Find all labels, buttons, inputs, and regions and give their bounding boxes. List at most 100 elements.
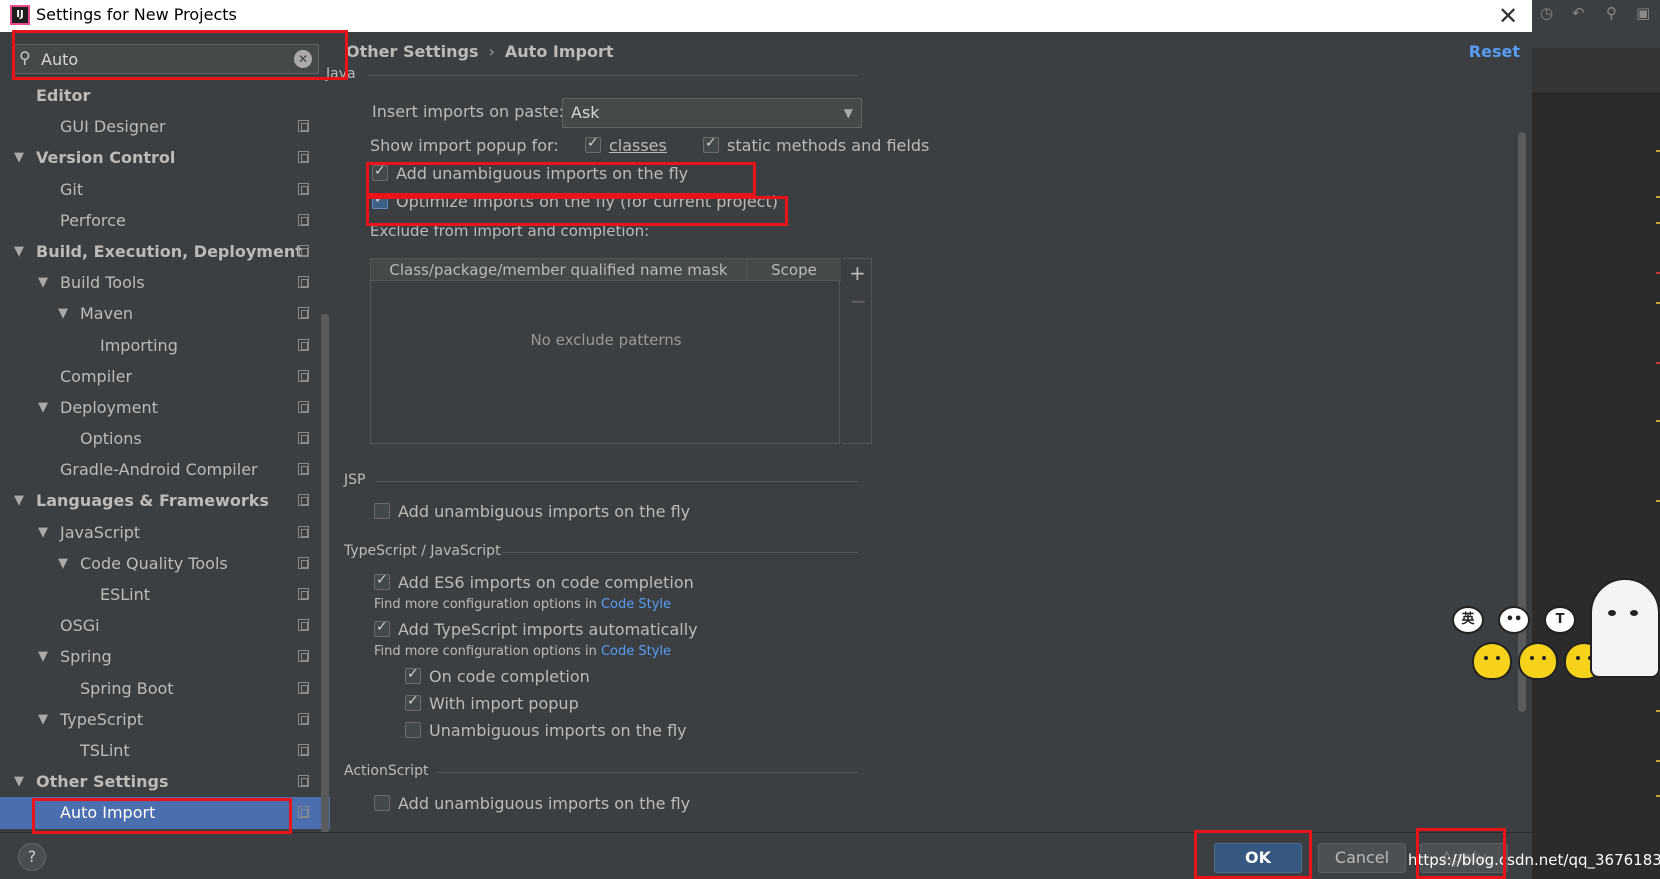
cancel-button[interactable]: Cancel <box>1318 843 1406 873</box>
sidebar-item[interactable]: ▼ Maven <box>0 298 330 329</box>
unambiguous-ts-checkbox[interactable] <box>405 721 421 738</box>
settings-search: ⚲ ✕ <box>14 44 319 74</box>
add-unambiguous-java-label: Add unambiguous imports on the fly <box>396 164 689 183</box>
ok-button[interactable]: OK <box>1214 843 1302 873</box>
gutter-mark <box>1656 710 1660 712</box>
help-button[interactable]: ? <box>18 843 46 871</box>
code-style-link[interactable]: Code Style <box>601 597 671 612</box>
add-icon[interactable]: + <box>849 261 866 285</box>
expand-arrow-icon[interactable]: ▼ <box>38 392 48 423</box>
column-header-scope[interactable]: Scope <box>747 259 841 281</box>
expand-arrow-icon[interactable]: ▼ <box>38 517 48 548</box>
sticker-bubble: T <box>1544 606 1576 634</box>
sidebar-item[interactable]: Spring Boot <box>0 673 330 704</box>
add-unambiguous-as-row[interactable]: Add unambiguous imports on the fly <box>374 794 690 813</box>
sidebar-item-label: Git <box>60 179 84 199</box>
expand-arrow-icon[interactable]: ▼ <box>38 267 48 298</box>
project-scope-icon <box>298 307 309 320</box>
nav-scrollbar[interactable] <box>321 314 329 834</box>
popup-classes-checkbox[interactable] <box>584 135 601 153</box>
sidebar-item-label: Version Control <box>36 148 176 168</box>
project-scope-icon <box>298 151 309 164</box>
insert-imports-select[interactable]: Ask ▼ <box>562 98 862 128</box>
optimize-imports-row[interactable]: Optimize imports on the fly (for current… <box>372 191 778 211</box>
popup-static-checkbox[interactable] <box>703 135 720 153</box>
search-icon[interactable]: ⚲ <box>19 48 31 67</box>
code-style-link[interactable]: Code Style <box>601 644 671 659</box>
sidebar-item[interactable]: GUI Designer <box>0 111 330 142</box>
sidebar-item[interactable]: ▼ Code Quality Tools <box>0 548 330 579</box>
project-scope-icon <box>298 619 309 632</box>
with-popup-row[interactable]: With import popup <box>405 693 579 713</box>
breadcrumb-separator: › <box>488 42 495 61</box>
settings-search-input[interactable] <box>41 47 291 71</box>
sidebar-item-label: Build Tools <box>60 273 145 293</box>
ts-auto-imports-checkbox[interactable] <box>374 619 390 637</box>
add-unambiguous-jsp-checkbox[interactable] <box>374 502 390 519</box>
es6-imports-row[interactable]: Add ES6 imports on code completion <box>374 572 694 592</box>
sidebar-item[interactable]: Options <box>0 423 330 454</box>
column-header-mask[interactable]: Class/package/member qualified name mask <box>371 259 747 281</box>
optimize-imports-label: Optimize imports on the fly (for current… <box>396 192 778 211</box>
settings-tree: Editor GUI Designer ▼ Version Control Git Per… <box>0 80 330 829</box>
close-icon[interactable]: ✕ <box>1494 2 1522 30</box>
exclude-table[interactable]: Class/package/member qualified name mask… <box>370 258 841 444</box>
layout-icon[interactable]: ▣ <box>1636 4 1650 22</box>
expand-arrow-icon[interactable]: ▼ <box>14 766 24 797</box>
ts-auto-imports-label: Add TypeScript imports automatically <box>398 620 698 639</box>
sidebar-item[interactable]: ▼ Version Control <box>0 142 330 173</box>
sticker-bubble: 英 <box>1452 606 1484 634</box>
expand-arrow-icon[interactable]: ▼ <box>14 236 24 267</box>
expand-arrow-icon[interactable]: ▼ <box>58 298 68 329</box>
sidebar-item[interactable]: Git <box>0 174 330 205</box>
add-unambiguous-as-checkbox[interactable] <box>374 794 390 811</box>
unambiguous-ts-row[interactable]: Unambiguous imports on the fly <box>405 721 687 740</box>
add-unambiguous-java-checkbox[interactable] <box>372 163 388 181</box>
on-completion-checkbox[interactable] <box>405 666 421 684</box>
expand-arrow-icon[interactable]: ▼ <box>38 641 48 672</box>
group-divider <box>436 772 858 773</box>
expand-arrow-icon[interactable]: ▼ <box>14 485 24 516</box>
expand-arrow-icon[interactable]: ▼ <box>14 142 24 173</box>
sidebar-item[interactable]: Perforce <box>0 205 330 236</box>
expand-arrow-icon[interactable]: ▼ <box>58 548 68 579</box>
clear-search-icon[interactable]: ✕ <box>294 50 312 68</box>
sidebar-item[interactable]: ▼ JavaScript <box>0 517 330 548</box>
sidebar-item[interactable]: ▼ Other Settings <box>0 766 330 797</box>
project-scope-icon <box>298 712 309 725</box>
on-completion-row[interactable]: On code completion <box>405 666 590 686</box>
add-unambiguous-java-row[interactable]: Add unambiguous imports on the fly <box>372 163 689 183</box>
remove-icon[interactable]: − <box>850 289 867 313</box>
expand-arrow-icon[interactable]: ▼ <box>38 704 48 735</box>
sidebar-item-label: Spring <box>60 647 112 667</box>
sidebar-item[interactable]: Importing <box>0 330 330 361</box>
sidebar-item[interactable]: TSLint <box>0 735 330 766</box>
sidebar-item-label: Editor <box>36 86 91 105</box>
search-icon[interactable]: ⚲ <box>1606 4 1617 22</box>
sidebar-item[interactable]: Gradle-Android Compiler <box>0 454 330 485</box>
ts-auto-imports-row[interactable]: Add TypeScript imports automatically <box>374 619 698 639</box>
es6-imports-checkbox[interactable] <box>374 572 390 590</box>
sidebar-item[interactable]: ▼ Deployment <box>0 392 330 423</box>
with-popup-checkbox[interactable] <box>405 693 421 711</box>
exclude-table-empty: No exclude patterns <box>530 331 682 349</box>
sidebar-item[interactable]: ESLint <box>0 579 330 610</box>
sidebar-item[interactable]: Auto Import <box>0 797 330 829</box>
sidebar-item[interactable]: ▼ Languages & Frameworks <box>0 485 330 516</box>
undo-icon[interactable]: ↶ <box>1572 4 1585 22</box>
sidebar-item-label: Code Quality Tools <box>80 553 228 573</box>
sidebar-item[interactable]: ▼ Spring <box>0 641 330 672</box>
reset-link[interactable]: Reset <box>1469 42 1520 61</box>
sidebar-item[interactable]: ▼ TypeScript <box>0 704 330 735</box>
sidebar-item[interactable]: OSGi <box>0 610 330 641</box>
sidebar-item[interactable]: ▼ Build Tools <box>0 267 330 298</box>
history-icon[interactable]: ◷ <box>1540 4 1553 22</box>
add-unambiguous-jsp-row[interactable]: Add unambiguous imports on the fly <box>374 502 690 521</box>
breadcrumb-parent[interactable]: Other Settings <box>346 42 478 61</box>
sidebar-item[interactable]: ▼ Build, Execution, Deployment <box>0 236 330 267</box>
sidebar-item[interactable]: Editor <box>0 80 330 111</box>
group-divider <box>368 75 858 76</box>
optimize-imports-checkbox[interactable] <box>372 191 388 209</box>
sidebar-item[interactable]: Compiler <box>0 361 330 392</box>
add-unambiguous-jsp-label: Add unambiguous imports on the fly <box>398 502 691 521</box>
